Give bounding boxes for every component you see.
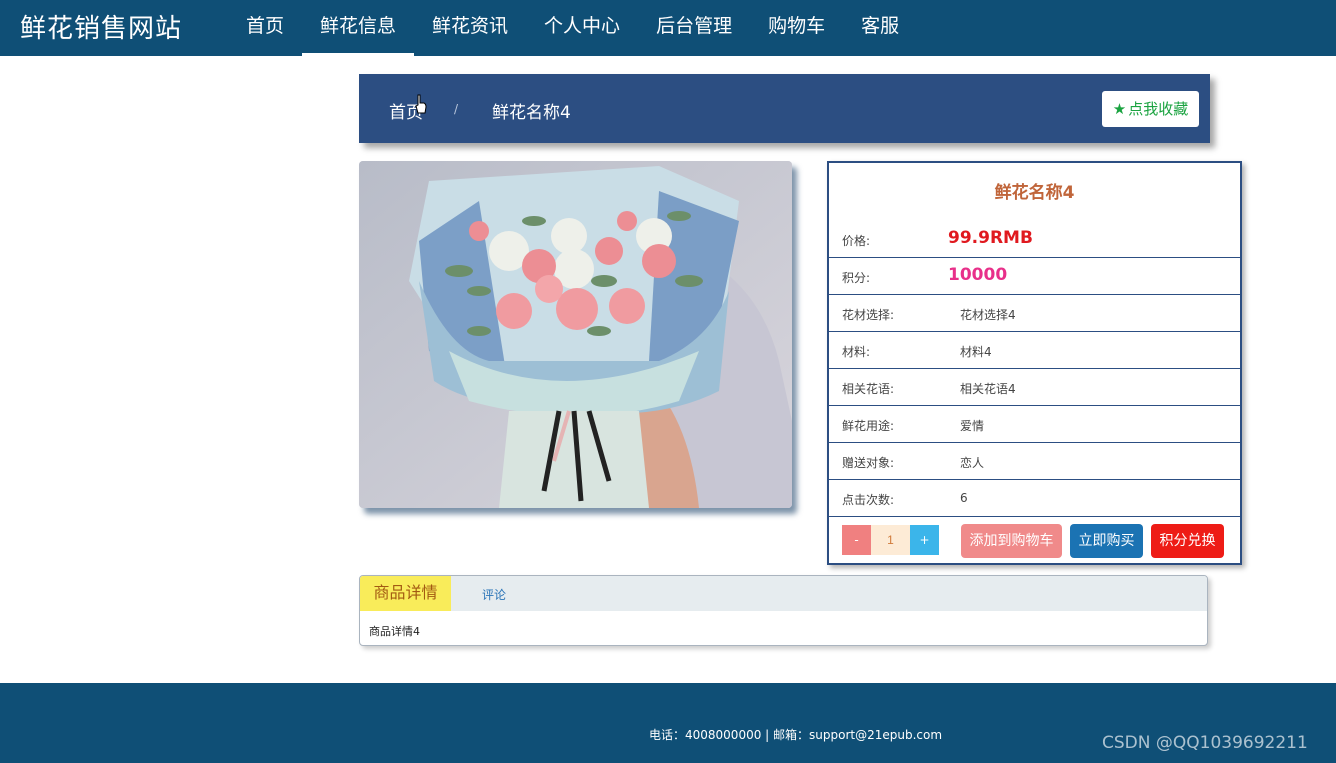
nav-flower-news[interactable]: 鲜花资讯 xyxy=(414,0,526,56)
site-header: 鲜花销售网站 首页 鲜花信息 鲜花资讯 个人中心 后台管理 购物车 客服 xyxy=(0,0,1336,56)
info-row-points: 积分: 10000 xyxy=(829,258,1240,295)
info-row-material: 材料: 材料4 xyxy=(829,332,1240,369)
main-nav: 首页 鲜花信息 鲜花资讯 个人中心 后台管理 购物车 客服 xyxy=(228,0,917,56)
info-value: 恋人 xyxy=(960,456,985,470)
info-value: 爱情 xyxy=(960,419,985,433)
bouquet-illustration xyxy=(359,161,792,508)
info-label: 鲜花用途: xyxy=(842,419,895,433)
nav-flower-info[interactable]: 鲜花信息 xyxy=(302,0,415,56)
points-exchange-button[interactable]: 积分兑换 xyxy=(1151,524,1224,558)
favorite-button[interactable]: ★ 点我收藏 xyxy=(1102,91,1199,127)
info-row-price: 价格: 99.9RMB xyxy=(829,221,1240,258)
info-row-clicks: 点击次数: 6 xyxy=(829,480,1240,517)
points-value: 10000 xyxy=(948,265,1008,285)
info-label: 花材选择: xyxy=(842,308,895,322)
price-value: 99.9RMB xyxy=(948,228,1033,248)
info-value: 相关花语4 xyxy=(960,382,1016,396)
footer-contact: 电话：4008000000 | 邮箱：support@21epub.com xyxy=(649,728,943,742)
star-icon: ★ xyxy=(1112,100,1127,118)
quantity-increase-button[interactable]: + xyxy=(910,525,939,555)
info-row-recipient: 赠送对象: 恋人 xyxy=(829,443,1240,480)
info-label: 材料: xyxy=(842,345,871,359)
site-footer: 电话：4008000000 | 邮箱：support@21epub.com CS… xyxy=(0,683,1336,763)
info-label: 价格: xyxy=(842,234,871,248)
info-value: 花材选择4 xyxy=(960,308,1016,322)
tab-comments[interactable]: 评论 xyxy=(482,586,506,603)
info-label: 积分: xyxy=(842,271,871,285)
add-to-cart-button[interactable]: 添加到购物车 xyxy=(961,524,1062,558)
watermark: CSDN @QQ1039692211 xyxy=(1102,733,1308,753)
breadcrumb-separator: / xyxy=(454,102,459,116)
site-logo[interactable]: 鲜花销售网站 xyxy=(20,8,182,45)
info-row-material-choice: 花材选择: 花材选择4 xyxy=(829,295,1240,332)
nav-cart[interactable]: 购物车 xyxy=(750,0,843,56)
buy-now-button[interactable]: 立即购买 xyxy=(1070,524,1143,558)
nav-personal-center[interactable]: 个人中心 xyxy=(526,0,638,56)
nav-home[interactable]: 首页 xyxy=(228,0,302,56)
quantity-input[interactable] xyxy=(871,525,910,555)
hand-cursor-icon xyxy=(415,94,427,114)
detail-tabs-panel: 商品详情 评论 商品详情4 xyxy=(359,575,1208,646)
nav-admin[interactable]: 后台管理 xyxy=(638,0,750,56)
tab-bar: 商品详情 评论 xyxy=(360,576,1207,611)
info-label: 相关花语: xyxy=(842,382,895,396)
product-name: 鲜花名称4 xyxy=(994,183,1075,203)
info-label: 点击次数: xyxy=(842,493,895,507)
purchase-actions: - + 添加到购物车 立即购买 积分兑换 xyxy=(829,517,1240,563)
info-label: 赠送对象: xyxy=(842,456,895,470)
breadcrumb: 首页 / 鲜花名称4 ★ 点我收藏 xyxy=(359,74,1210,143)
product-info-panel: 鲜花名称4 价格: 99.9RMB 积分: 10000 花材选择: 花材选择4 … xyxy=(827,161,1242,565)
favorite-button-label: 点我收藏 xyxy=(1128,100,1189,118)
product-image xyxy=(359,161,792,508)
product-detail-content: 商品详情4 xyxy=(369,625,420,638)
nav-service[interactable]: 客服 xyxy=(843,0,917,56)
quantity-decrease-button[interactable]: - xyxy=(842,525,871,555)
tab-product-detail[interactable]: 商品详情 xyxy=(360,576,451,611)
breadcrumb-current: 鲜花名称4 xyxy=(492,103,571,123)
info-value: 6 xyxy=(960,491,968,505)
info-value: 材料4 xyxy=(960,345,992,359)
info-row-flower-language: 相关花语: 相关花语4 xyxy=(829,369,1240,406)
info-row-usage: 鲜花用途: 爱情 xyxy=(829,406,1240,443)
